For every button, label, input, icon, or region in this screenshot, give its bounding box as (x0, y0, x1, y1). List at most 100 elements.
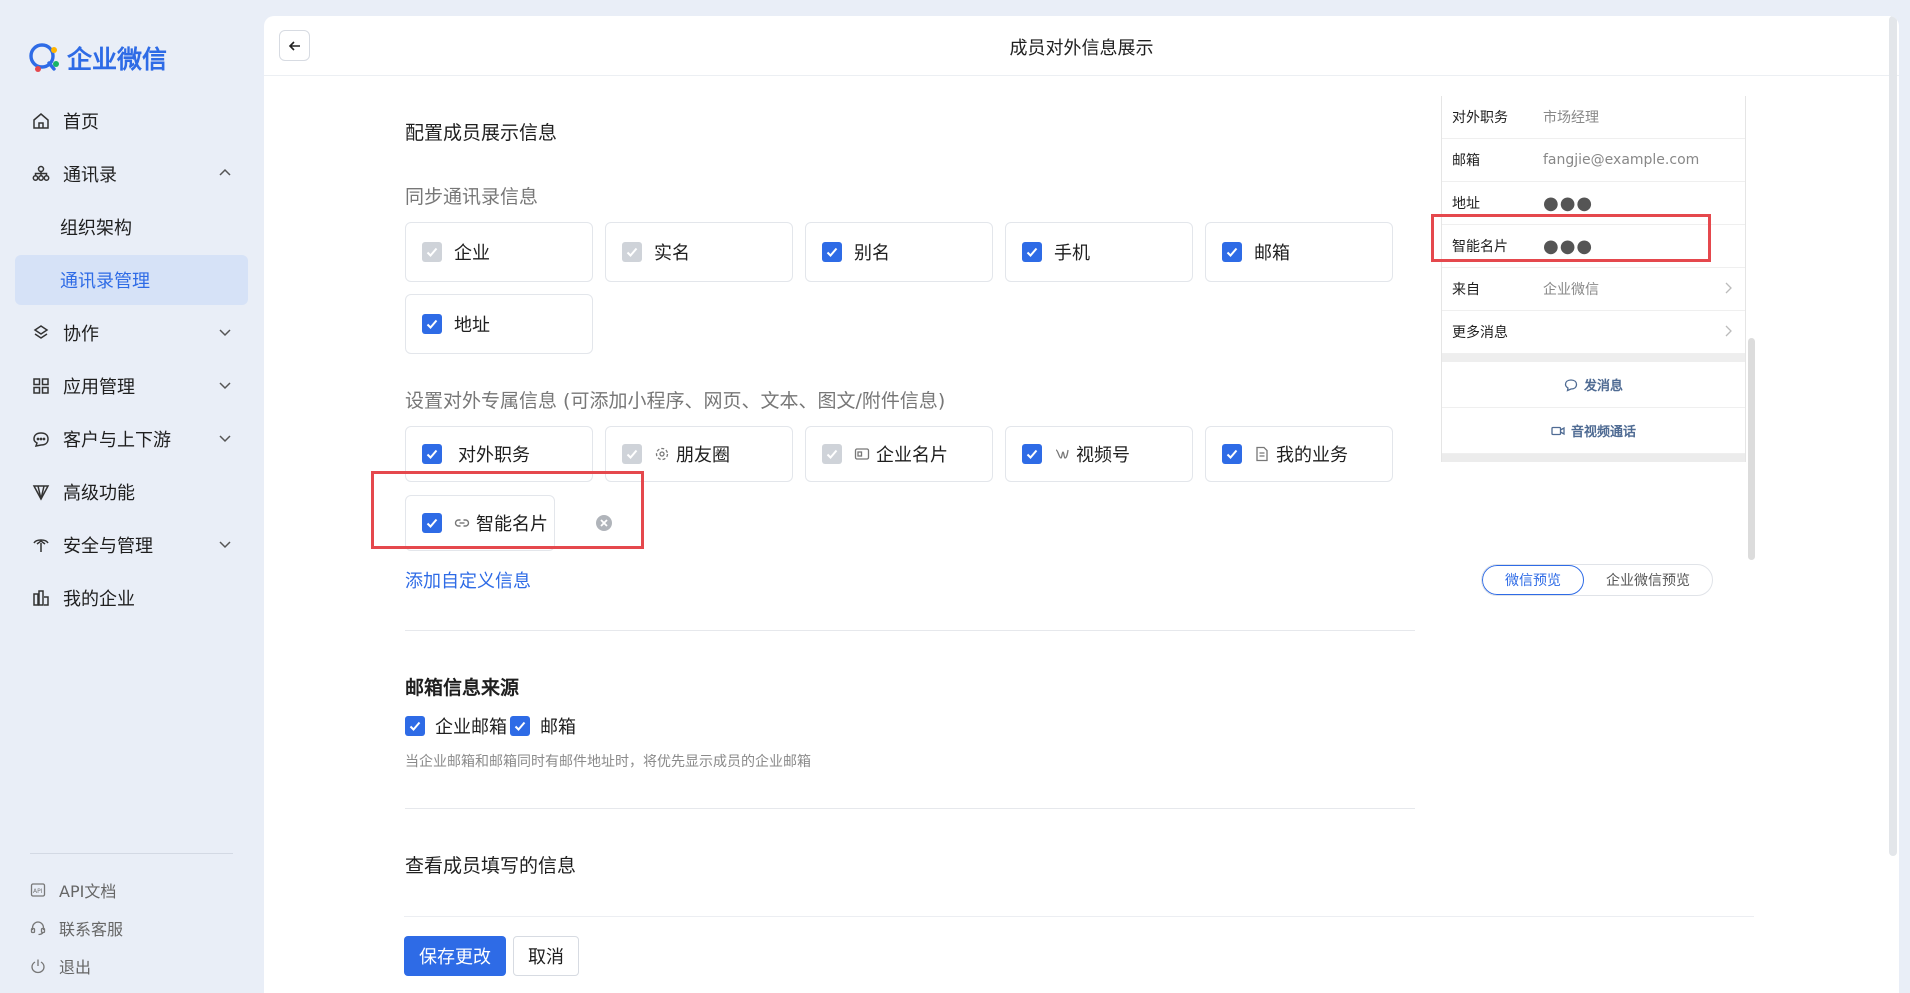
contact-support-link[interactable]: 联系客服 (30, 909, 240, 947)
sync-option-company[interactable]: 企业 (405, 222, 593, 282)
chevron-down-icon (219, 541, 231, 549)
sidebar-item-label: 协作 (63, 324, 99, 345)
sync-section-title: 同步通讯录信息 (405, 186, 539, 208)
sidebar-item-label: 我的企业 (63, 589, 135, 610)
app-logo[interactable]: 企业微信 (27, 40, 167, 76)
preview-video-call-button[interactable]: 音视频通话 (1442, 408, 1745, 454)
footer-label: 退出 (59, 958, 92, 977)
contacts-icon (31, 164, 51, 184)
footer-label: API文档 (59, 882, 117, 901)
preview-row-job-title: 对外职务 市场经理 (1442, 96, 1745, 139)
wecom-logo-icon (29, 43, 59, 72)
preview-send-message-button[interactable]: 发消息 (1442, 362, 1745, 408)
apps-icon (31, 376, 51, 396)
sidebar-item-label: 通讯录管理 (60, 271, 150, 292)
checkbox-checked[interactable] (1022, 242, 1042, 262)
tab-wecom-preview[interactable]: 企业微信预览 (1584, 565, 1712, 595)
sidebar-item-label: 组织架构 (60, 218, 132, 239)
app-name: 企业微信 (67, 45, 168, 74)
sidebar-item-my-company[interactable]: 我的企业 (15, 573, 248, 623)
option-label: 邮箱 (540, 717, 576, 738)
preview-row-source[interactable]: 来自 企业微信 (1442, 268, 1745, 311)
sidebar: 企业微信 首页 通讯录 组织架构 通讯录管理 协作 应用管理 客户与上下游 高级… (0, 0, 264, 993)
sync-option-phone[interactable]: 手机 (1005, 222, 1193, 282)
tab-wechat-preview[interactable]: 微信预览 (1482, 565, 1584, 595)
checkbox-checked[interactable] (422, 444, 442, 464)
external-section-title: 设置对外专属信息 (可添加小程序、网页、文本、图文/附件信息) (405, 390, 946, 412)
preview-row-more-messages[interactable]: 更多消息 (1442, 311, 1745, 354)
option-label: 企业名片 (876, 445, 948, 466)
highlight-box-smart-card (371, 471, 644, 549)
sidebar-item-label: 通讯录 (63, 165, 117, 186)
channels-icon (1054, 446, 1070, 462)
section-divider (405, 630, 1415, 631)
checkbox-disabled (622, 242, 642, 262)
option-label: 企业邮箱 (435, 717, 507, 738)
sidebar-item-security[interactable]: 安全与管理 (15, 520, 248, 570)
sync-option-email[interactable]: 邮箱 (1205, 222, 1393, 282)
checkbox-checked[interactable] (1222, 242, 1242, 262)
sync-option-address[interactable]: 地址 (405, 294, 593, 354)
cancel-button[interactable]: 取消 (513, 936, 579, 976)
main-panel: 成员对外信息展示 配置成员展示信息 同步通讯录信息 企业 实名 别名 手机 邮箱… (264, 16, 1899, 993)
checkbox-checked[interactable] (422, 314, 442, 334)
preview-scrollbar[interactable] (1748, 338, 1755, 560)
option-label: 手机 (1054, 243, 1090, 264)
external-option-channels[interactable]: 视频号 (1005, 426, 1193, 482)
checkbox-checked[interactable] (405, 716, 425, 736)
moments-icon (654, 446, 670, 462)
external-option-my-business[interactable]: 我的业务 (1205, 426, 1393, 482)
collaborate-icon (31, 323, 51, 343)
company-icon (31, 588, 51, 608)
mail-hint-text: 当企业邮箱和邮箱同时有邮件地址时，将优先显示成员的企业邮箱 (405, 754, 811, 770)
checkbox-disabled (422, 242, 442, 262)
preview-tabs: 微信预览 企业微信预览 (1481, 564, 1713, 596)
section-title: 配置成员展示信息 (405, 122, 558, 144)
advanced-icon (31, 482, 51, 502)
logout-link[interactable]: 退出 (30, 947, 240, 985)
checkbox-checked[interactable] (822, 242, 842, 262)
mail-option-email[interactable]: 邮箱 (510, 713, 576, 739)
sidebar-item-collaborate[interactable]: 协作 (15, 308, 248, 358)
sync-option-real-name[interactable]: 实名 (605, 222, 793, 282)
mail-section-title: 邮箱信息来源 (405, 677, 520, 699)
chevron-right-icon (1725, 325, 1732, 337)
option-label: 邮箱 (1254, 243, 1290, 264)
sidebar-item-label: 首页 (63, 112, 99, 133)
api-docs-link[interactable]: API API文档 (30, 871, 240, 909)
member-card-preview: 对外职务 市场经理 邮箱 fangjie@example.com 地址 ●●● … (1441, 96, 1746, 462)
sync-option-alias[interactable]: 别名 (805, 222, 993, 282)
checkbox-checked[interactable] (1222, 444, 1242, 464)
document-icon (1254, 446, 1270, 462)
option-label: 朋友圈 (676, 445, 730, 466)
add-custom-info-link[interactable]: 添加自定义信息 (405, 567, 531, 593)
chevron-down-icon (219, 435, 231, 443)
chevron-down-icon (219, 329, 231, 337)
save-button[interactable]: 保存更改 (404, 936, 506, 976)
customer-icon (31, 429, 51, 449)
checkbox-checked[interactable] (510, 716, 530, 736)
option-label: 实名 (654, 243, 690, 264)
checkbox-disabled (622, 444, 642, 464)
page-scrollbar[interactable] (1889, 16, 1897, 856)
sidebar-item-label: 安全与管理 (63, 536, 153, 557)
sidebar-item-contacts[interactable]: 通讯录 (15, 149, 248, 199)
option-label: 对外职务 (458, 445, 530, 466)
sidebar-item-home[interactable]: 首页 (15, 96, 248, 146)
highlight-box-preview-smart-card (1431, 214, 1711, 262)
sidebar-nav: 首页 通讯录 组织架构 通讯录管理 协作 应用管理 客户与上下游 高级功能 安全… (15, 96, 248, 626)
checkbox-disabled (822, 444, 842, 464)
sidebar-item-advanced[interactable]: 高级功能 (15, 467, 248, 517)
sidebar-item-customers[interactable]: 客户与上下游 (15, 414, 248, 464)
checkbox-checked[interactable] (1022, 444, 1042, 464)
sidebar-item-org-structure[interactable]: 组织架构 (15, 202, 248, 252)
video-camera-icon (1551, 426, 1565, 435)
option-label: 别名 (854, 243, 890, 264)
sidebar-item-contacts-management[interactable]: 通讯录管理 (15, 255, 248, 305)
mail-option-company-mail[interactable]: 企业邮箱 (405, 713, 507, 739)
external-option-company-card[interactable]: 企业名片 (805, 426, 993, 482)
sidebar-item-app-management[interactable]: 应用管理 (15, 361, 248, 411)
preview-row-email: 邮箱 fangjie@example.com (1442, 139, 1745, 182)
security-icon (31, 535, 51, 555)
api-icon: API (30, 883, 46, 897)
